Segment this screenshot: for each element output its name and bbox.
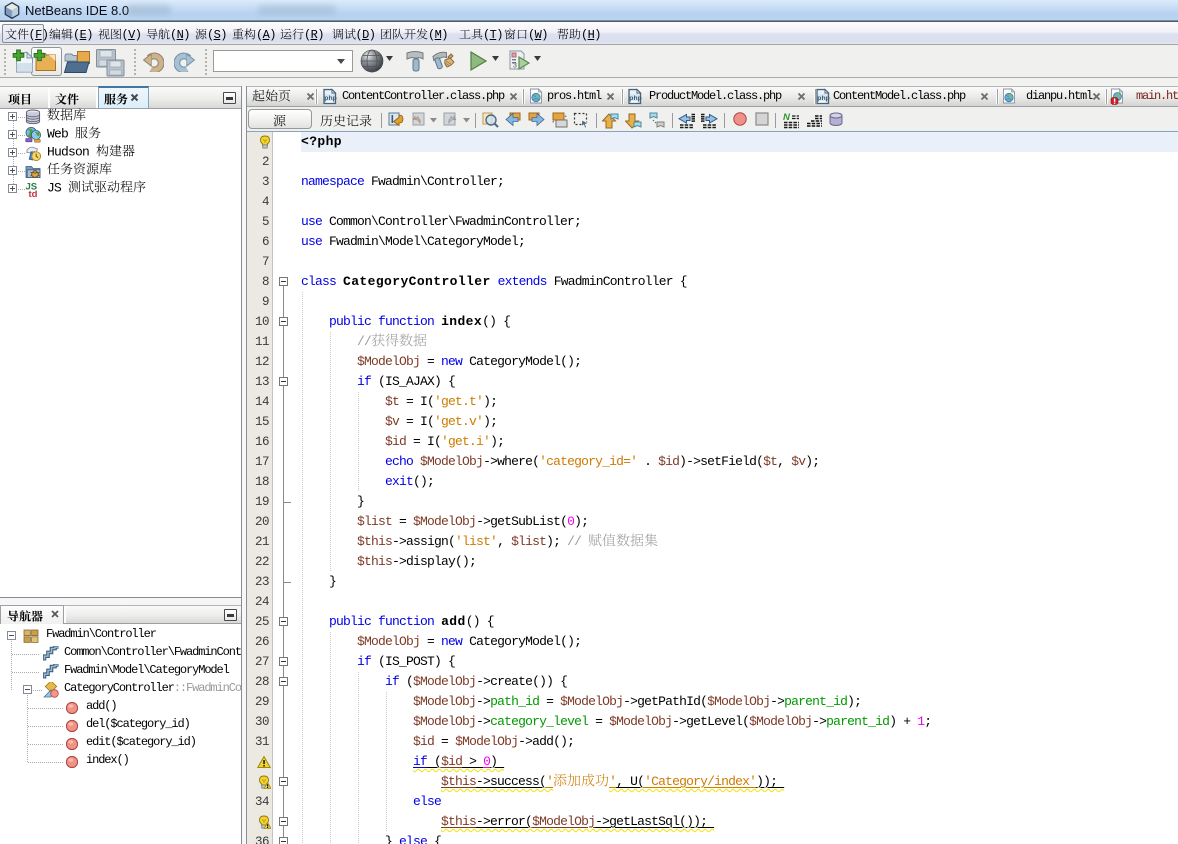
svg-text:php: php xyxy=(629,95,641,102)
svg-text:php: php xyxy=(324,95,336,102)
svg-text:php: php xyxy=(817,95,829,102)
svg-text:3: 3 xyxy=(513,63,517,70)
svg-text:td: td xyxy=(29,189,38,197)
svg-text:N: N xyxy=(783,112,791,123)
